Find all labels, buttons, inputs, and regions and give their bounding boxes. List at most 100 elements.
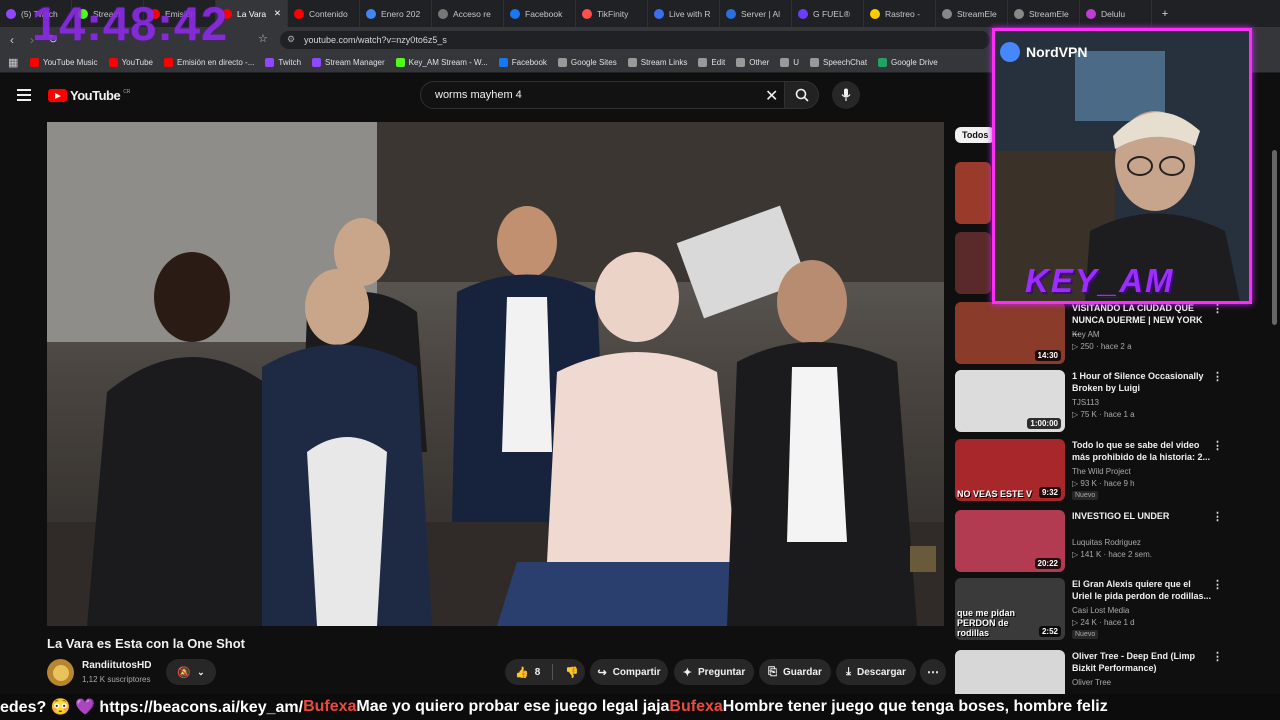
browser-tab[interactable]: StreamEle <box>936 0 1008 27</box>
search-input[interactable]: worms mayhem 4 ✕ <box>420 81 785 109</box>
bookmark-item[interactable]: Edit <box>698 58 725 67</box>
recommendation-item[interactable]: 14:30 VISITANDO LA CIUDAD QUE NUNCA DUERM… <box>955 302 1265 366</box>
bookmark-item[interactable]: Google Sites <box>557 58 617 67</box>
more-options-icon[interactable]: ⋮ <box>1212 439 1223 452</box>
close-tab-icon[interactable]: ✕ <box>274 8 281 19</box>
bookmark-icon <box>498 58 508 67</box>
like-button[interactable]: 👍 8 <box>515 666 540 679</box>
clear-search-icon[interactable]: ✕ <box>765 86 778 106</box>
tab-favicon-icon <box>1014 8 1024 19</box>
more-actions-button[interactable]: ⋯ <box>920 659 946 685</box>
browser-tab[interactable]: Facebook <box>504 0 576 27</box>
more-options-icon[interactable]: ⋮ <box>1212 370 1223 383</box>
recommendation-stats: ▷ 75 K · hace 1 a <box>1072 410 1135 419</box>
bookmark-item[interactable]: Twitch <box>265 58 301 67</box>
recommendation-channel[interactable]: Oliver Tree <box>1072 678 1111 687</box>
share-button[interactable]: ↪ Compartir <box>590 659 668 685</box>
bookmark-item[interactable]: Facebook <box>498 58 547 67</box>
recommendation-thumbnail-partial[interactable] <box>955 232 991 294</box>
bookmark-item[interactable]: Google Drive <box>878 58 938 67</box>
browser-tab[interactable]: G FUEL® <box>792 0 864 27</box>
search-button[interactable] <box>785 81 819 109</box>
browser-tab[interactable]: Contenido <box>288 0 360 27</box>
browser-tab[interactable]: Acceso re <box>432 0 504 27</box>
browser-tab[interactable]: Delulu <box>1080 0 1152 27</box>
tab-favicon-icon <box>1086 8 1096 19</box>
recommendation-thumbnail[interactable]: 14:30 <box>955 302 1065 364</box>
filter-chip-all[interactable]: Todos <box>955 127 996 143</box>
recommendation-channel[interactable]: Key AM <box>1072 330 1100 339</box>
recommendation-thumbnail[interactable]: 20:22 <box>955 510 1065 572</box>
bookmark-item[interactable]: SpeechChat <box>810 58 867 67</box>
tab-label: Server | Al <box>741 8 781 19</box>
recommendation-channel[interactable]: Luquitas Rodriguez <box>1072 538 1141 547</box>
duration-badge: 20:22 <box>1034 558 1061 569</box>
tab-favicon-icon <box>726 8 736 19</box>
apps-grid-icon[interactable]: ▦ <box>8 56 18 69</box>
menu-icon[interactable] <box>17 89 31 101</box>
bookmark-item[interactable]: YouTube <box>108 58 153 67</box>
url-field[interactable]: ⚙ youtube.com/watch?v=nzy0to6z5_s <box>280 31 990 49</box>
recommendation-item[interactable]: 1:00:00 1 Hour of Silence Occasionally Br… <box>955 370 1265 434</box>
ask-button[interactable]: ✦ Preguntar <box>674 659 754 685</box>
subscribed-button[interactable]: 🔕 ⌄ <box>166 659 216 685</box>
new-tab-icon[interactable]: + <box>1152 8 1178 20</box>
bookmark-icon <box>810 58 820 67</box>
video-title: La Vara es Esta con la One Shot <box>47 636 245 651</box>
back-arrow-icon[interactable]: ‹ <box>10 33 14 47</box>
bookmark-item[interactable]: Other <box>736 58 769 67</box>
browser-tab[interactable]: Server | Al <box>720 0 792 27</box>
dislike-button[interactable]: 👎 <box>565 666 579 679</box>
recommendation-item[interactable]: NO VEAS ESTE V 9:32 Todo lo que se sabe de… <box>955 439 1265 503</box>
thumbs-up-icon: 👍 <box>515 666 529 679</box>
more-options-icon[interactable]: ⋮ <box>1212 578 1223 591</box>
recommendation-channel[interactable]: Casi Lost Media <box>1072 606 1129 615</box>
bookmark-item[interactable]: Key_AM Stream - W... <box>395 58 488 67</box>
recommendation-title[interactable]: 1 Hour of Silence Occasionally Broken by… <box>1072 370 1212 394</box>
voice-search-button[interactable] <box>832 81 860 109</box>
save-button[interactable]: ⎘ Guardar <box>759 659 831 685</box>
recommendation-title[interactable]: Todo lo que se sabe del video más prohib… <box>1072 439 1212 463</box>
recommendation-title[interactable]: Oliver Tree - Deep End (Limp Bizkit Perf… <box>1072 650 1212 674</box>
more-options-icon[interactable]: ⋮ <box>1212 650 1223 663</box>
site-info-icon[interactable]: ⚙ <box>287 34 295 45</box>
more-options-icon[interactable]: ⋮ <box>1212 510 1223 523</box>
tab-label: Enero 202 <box>381 8 421 19</box>
recommendation-item[interactable]: 20:22 INVESTIGO EL UNDER Luquitas Rodrigue… <box>955 510 1265 574</box>
recommendation-item[interactable]: Oliver Tree - Deep End (Limp Bizkit Perf… <box>955 650 1265 712</box>
browser-tab[interactable]: Enero 202 <box>360 0 432 27</box>
bookmark-item[interactable]: Stream Links <box>627 58 687 67</box>
youtube-logo[interactable]: YouTube CR <box>48 88 130 103</box>
bookmark-label: Facebook <box>511 58 547 67</box>
recommendation-title[interactable]: El Gran Alexis quiere que el Uriel le pi… <box>1072 578 1212 602</box>
bookmark-item[interactable]: YouTube Music <box>30 58 98 67</box>
bookmark-item[interactable]: U <box>780 58 799 67</box>
recommendation-thumbnail[interactable]: NO VEAS ESTE V 9:32 <box>955 439 1065 501</box>
download-button[interactable]: ⤓ Descargar <box>836 659 916 685</box>
recommendation-thumbnail-partial[interactable] <box>955 162 991 224</box>
like-count: 8 <box>534 666 541 678</box>
stream-clock: 14:48:42 <box>32 0 229 50</box>
recommendation-item[interactable]: que me pidan PERDON de rodillas 2:52 El Gr… <box>955 578 1265 642</box>
channel-avatar[interactable] <box>47 659 74 686</box>
bookmark-item[interactable]: Emisión en directo -... <box>164 58 254 67</box>
tab-label: Live with R <box>669 8 711 19</box>
channel-name[interactable]: RandiitutosHD <box>82 660 151 671</box>
scrollbar-thumb[interactable] <box>1272 150 1277 325</box>
recommendation-thumbnail[interactable]: que me pidan PERDON de rodillas 2:52 <box>955 578 1065 640</box>
recommendation-channel[interactable]: TJS113 <box>1072 398 1099 407</box>
bookmark-item[interactable]: Stream Manager <box>312 58 385 67</box>
ticker-message: Hombre tener juego que tenga boses, homb… <box>722 698 1108 715</box>
bookmark-icon <box>395 58 405 67</box>
recommendation-thumbnail[interactable]: 1:00:00 <box>955 370 1065 432</box>
recommendation-title[interactable]: INVESTIGO EL UNDER <box>1072 510 1212 522</box>
browser-tab[interactable]: Rastreo - <box>864 0 936 27</box>
browser-tab[interactable]: StreamEle <box>1008 0 1080 27</box>
ask-label: Preguntar <box>697 666 746 678</box>
video-player[interactable] <box>47 122 944 626</box>
browser-tab[interactable]: TikFinity <box>576 0 648 27</box>
bookmark-label: YouTube <box>121 58 153 67</box>
browser-tab[interactable]: Live with R <box>648 0 720 27</box>
bookmark-star-icon[interactable]: ☆ <box>258 32 268 45</box>
recommendation-channel[interactable]: The Wild Project <box>1072 467 1131 476</box>
